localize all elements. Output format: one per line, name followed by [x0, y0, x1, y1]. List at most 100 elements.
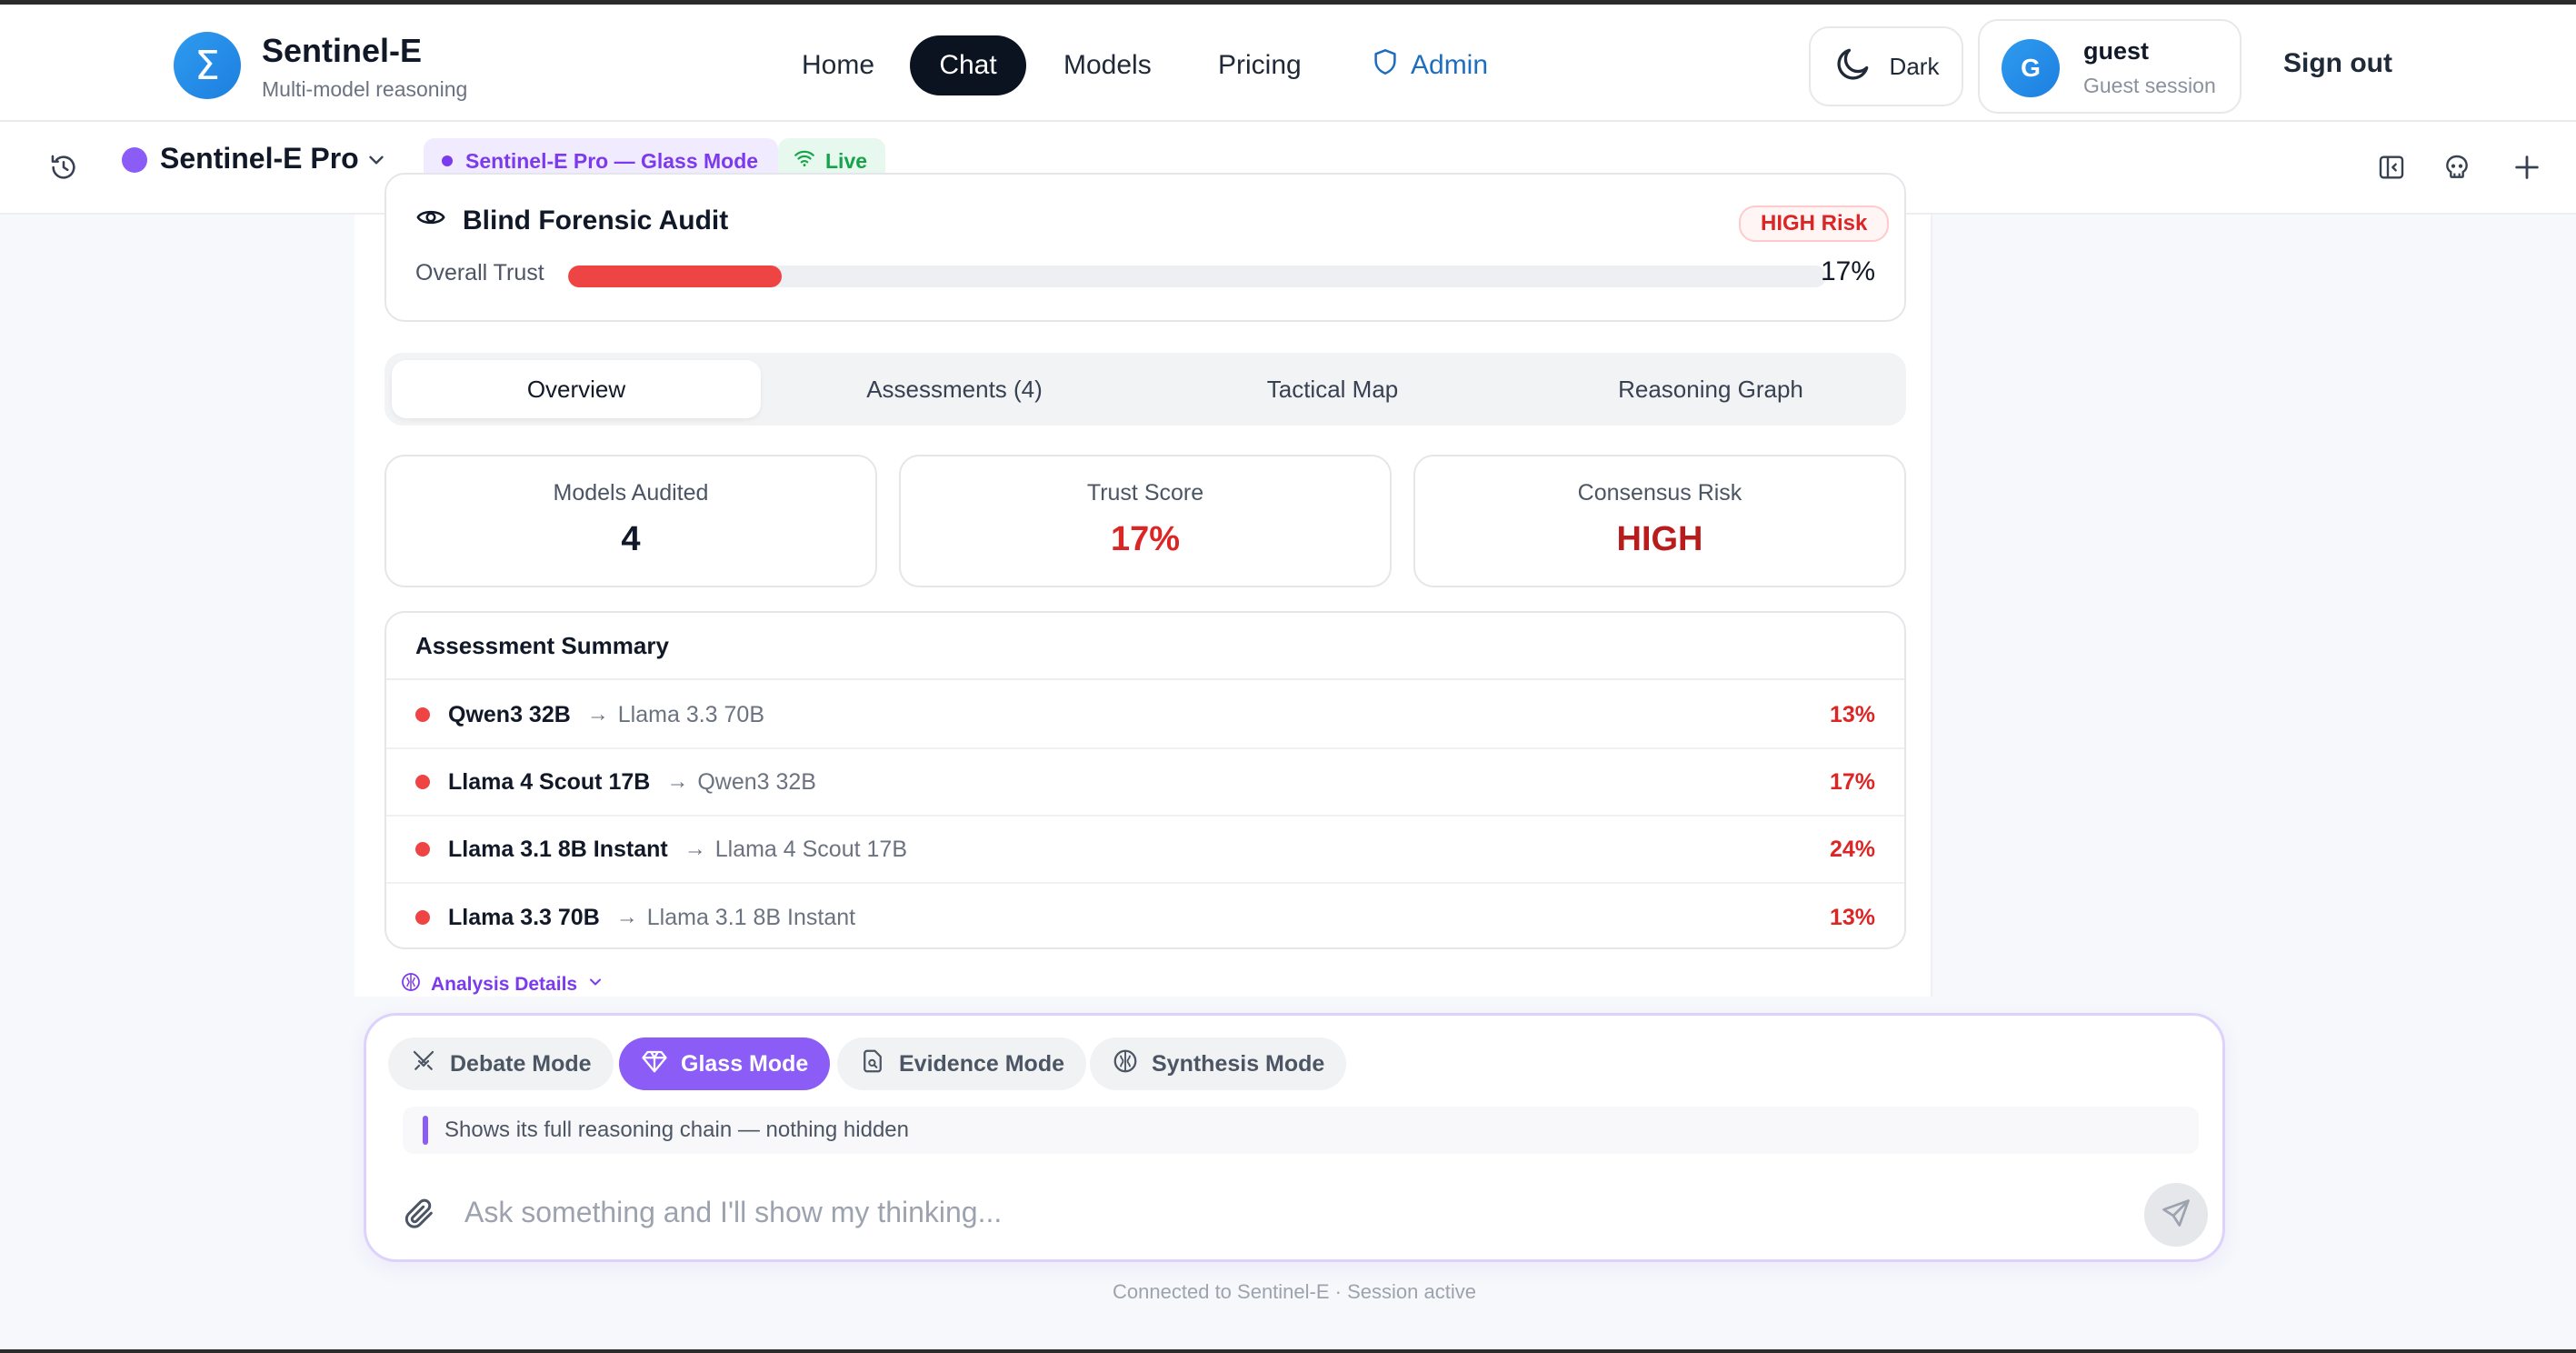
- row-score: 13%: [1829, 904, 1875, 930]
- nav-models[interactable]: Models: [1036, 35, 1179, 95]
- brain-icon: [1112, 1047, 1139, 1081]
- tab-reasoning-graph[interactable]: Reasoning Graph: [1526, 360, 1895, 418]
- nav-admin[interactable]: Admin: [1345, 35, 1515, 95]
- gem-icon: [641, 1047, 668, 1081]
- overall-trust-bar: [568, 266, 1826, 287]
- live-status-label: Live: [825, 148, 868, 173]
- stat-trust-score: Trust Score 17%: [899, 455, 1392, 587]
- brain-icon: [400, 971, 422, 998]
- brand-name[interactable]: Sentinel-E: [262, 32, 422, 70]
- mode-description-accent: [423, 1116, 428, 1145]
- row-model: Llama 3.1 8B Instant: [448, 836, 668, 862]
- window-bottom-border: [0, 1349, 2576, 1353]
- arrow-right-icon: →: [615, 905, 638, 929]
- table-row[interactable]: Qwen3 32B → Llama 3.3 70B 13%: [386, 682, 1904, 749]
- shield-icon: [1373, 48, 1398, 83]
- audit-title: Blind Forensic Audit: [415, 202, 728, 240]
- assessment-summary-title: Assessment Summary: [386, 613, 1904, 680]
- analysis-details-toggle[interactable]: Analysis Details: [400, 971, 604, 998]
- evidence-mode-button[interactable]: Evidence Mode: [837, 1037, 1086, 1090]
- prompt-input[interactable]: [464, 1179, 2119, 1245]
- synthesis-mode-button[interactable]: Synthesis Mode: [1090, 1037, 1347, 1090]
- row-score: 17%: [1829, 768, 1875, 795]
- mode-badge-dot: [442, 155, 453, 166]
- chevron-down-icon[interactable]: [362, 145, 391, 175]
- wifi-icon: [793, 146, 816, 175]
- audit-title-label: Blind Forensic Audit: [463, 205, 729, 236]
- risk-dot: [415, 910, 430, 925]
- analysis-details-label: Analysis Details: [431, 974, 578, 995]
- arrow-right-icon: →: [586, 702, 609, 727]
- row-target: Qwen3 32B: [697, 768, 816, 795]
- risk-dot: [415, 707, 430, 722]
- sidebar-panel-icon[interactable]: [2368, 144, 2415, 191]
- glass-mode-label: Glass Mode: [681, 1050, 809, 1077]
- theme-toggle-button[interactable]: Dark: [1809, 26, 1963, 106]
- row-model: Llama 3.3 70B: [448, 904, 600, 930]
- document-search-icon: [859, 1047, 886, 1081]
- nav-admin-label: Admin: [1411, 50, 1489, 80]
- nav-chat[interactable]: Chat: [910, 35, 1026, 95]
- connection-status: Connected to Sentinel-E · Session active: [1113, 1280, 1476, 1303]
- chevron-down-icon: [586, 973, 604, 997]
- app-header: Σ Sentinel-E Multi-model reasoning Home …: [0, 0, 2576, 122]
- stat-models-audited: Models Audited 4: [384, 455, 877, 587]
- risk-dot: [415, 842, 430, 857]
- send-icon: [2160, 1197, 2192, 1234]
- theme-toggle-label: Dark: [1889, 52, 1940, 80]
- user-menu[interactable]: G guest Guest session: [1978, 19, 2242, 114]
- nav-home[interactable]: Home: [774, 35, 902, 95]
- debate-mode-button[interactable]: Debate Mode: [388, 1037, 614, 1090]
- sign-out-button[interactable]: Sign out: [2283, 48, 2392, 79]
- user-name: guest: [2083, 37, 2150, 65]
- tab-tactical-map[interactable]: Tactical Map: [1148, 360, 1517, 418]
- stat-value: 4: [621, 520, 641, 558]
- skull-icon[interactable]: [2433, 144, 2481, 191]
- paperclip-icon[interactable]: [394, 1188, 444, 1239]
- row-target: Llama 3.3 70B: [617, 701, 764, 727]
- tab-overview[interactable]: Overview: [392, 360, 761, 418]
- table-row[interactable]: Llama 4 Scout 17B → Qwen3 32B 17%: [386, 749, 1904, 817]
- overall-trust-bar-fill: [568, 266, 783, 287]
- logo-sigma-icon[interactable]: Σ: [174, 32, 241, 99]
- stat-value: 17%: [1110, 520, 1181, 558]
- arrow-right-icon: →: [684, 837, 706, 861]
- tab-assessments[interactable]: Assessments (4): [770, 360, 1139, 418]
- stat-value: HIGH: [1616, 520, 1703, 558]
- row-score: 13%: [1829, 701, 1875, 727]
- row-target: Llama 4 Scout 17B: [714, 836, 907, 862]
- nav-pricing[interactable]: Pricing: [1191, 35, 1329, 95]
- stat-label: Trust Score: [1086, 480, 1204, 506]
- history-icon[interactable]: [40, 144, 87, 191]
- plus-icon[interactable]: [2503, 144, 2551, 191]
- row-model: Qwen3 32B: [448, 701, 571, 727]
- arrow-right-icon: →: [666, 769, 689, 794]
- table-row[interactable]: Llama 3.1 8B Instant → Llama 4 Scout 17B…: [386, 817, 1904, 884]
- evidence-mode-label: Evidence Mode: [899, 1050, 1064, 1077]
- risk-dot: [415, 775, 430, 789]
- eye-icon: [415, 202, 446, 240]
- synthesis-mode-label: Synthesis Mode: [1152, 1050, 1325, 1077]
- chat-composer: Debate Mode Glass Mode Evidence Mode Syn…: [364, 1013, 2225, 1262]
- assessment-summary-card: Assessment Summary Qwen3 32B → Llama 3.3…: [384, 611, 1906, 949]
- stat-label: Models Audited: [553, 480, 709, 506]
- forensic-audit-card: Blind Forensic Audit HIGH Risk Overall T…: [384, 173, 1906, 322]
- swords-icon: [410, 1047, 437, 1081]
- row-model: Llama 4 Scout 17B: [448, 768, 651, 795]
- table-row[interactable]: Llama 3.3 70B → Llama 3.1 8B Instant 13%: [386, 884, 1904, 947]
- result-tabs: Overview Assessments (4) Tactical Map Re…: [384, 353, 1906, 426]
- user-session-label: Guest session: [2083, 74, 2216, 97]
- avatar: G: [2002, 39, 2060, 97]
- overall-trust-value: 17%: [1820, 256, 1875, 286]
- row-score: 24%: [1829, 836, 1875, 862]
- stat-label: Consensus Risk: [1577, 480, 1742, 506]
- send-button[interactable]: [2144, 1183, 2208, 1247]
- model-status-dot: [122, 147, 147, 173]
- risk-level-badge: HIGH Risk: [1739, 205, 1890, 242]
- row-target: Llama 3.1 8B Instant: [646, 904, 856, 930]
- model-selector[interactable]: Sentinel-E Pro: [160, 142, 359, 175]
- debate-mode-label: Debate Mode: [450, 1050, 592, 1077]
- overall-trust-label: Overall Trust: [415, 260, 544, 286]
- stat-consensus-risk: Consensus Risk HIGH: [1413, 455, 1906, 587]
- glass-mode-button[interactable]: Glass Mode: [619, 1037, 831, 1090]
